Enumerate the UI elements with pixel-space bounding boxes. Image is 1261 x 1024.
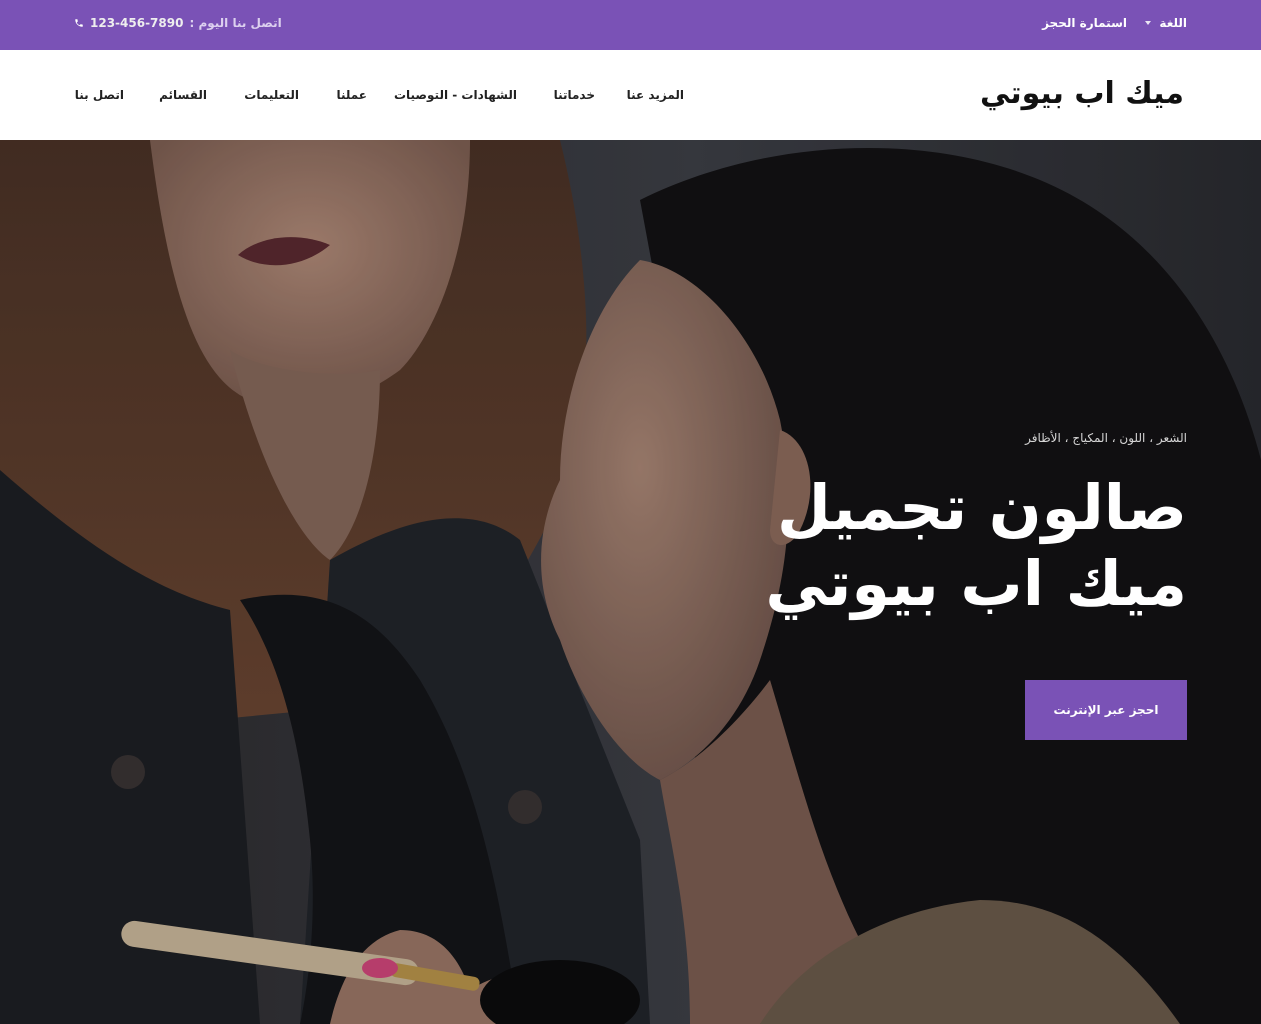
nav-item-coupons[interactable]: القسائم xyxy=(159,88,207,102)
call-us-info: 123-456-7890 اتصل بنا اليوم : xyxy=(74,16,282,30)
phone-number[interactable]: 123-456-7890 xyxy=(90,16,183,30)
book-online-button[interactable]: احجز عبر الإنترنت xyxy=(1025,680,1187,740)
hero-title-line-1: صالون تجميل xyxy=(776,471,1187,544)
language-label: اللغة xyxy=(1159,16,1187,30)
top-bar: اللغة استمارة الحجز 123-456-7890 اتصل بن… xyxy=(0,0,1261,50)
nav-item-contact[interactable]: اتصل بنا xyxy=(75,88,124,102)
site-header: ميك اب بيوتي المزيد عنا خدماتنا الشهادات… xyxy=(0,50,1261,140)
hero-title-line-2: ميك اب بيوتي xyxy=(765,547,1187,620)
chevron-down-icon xyxy=(1145,21,1152,25)
language-selector[interactable]: اللغة xyxy=(1145,16,1187,30)
call-us-label: اتصل بنا اليوم : xyxy=(189,16,282,30)
hero-subtitle: الشعر ، اللون ، المكياج ، الأظافر xyxy=(1025,431,1187,445)
main-nav: المزيد عنا خدماتنا الشهادات - التوصيات ع… xyxy=(0,88,1261,108)
phone-icon xyxy=(74,18,84,28)
nav-item-about[interactable]: المزيد عنا xyxy=(627,88,684,102)
nav-item-our-work[interactable]: عملنا xyxy=(336,88,367,102)
hero-section: الشعر ، اللون ، المكياج ، الأظافر صالون … xyxy=(0,140,1261,1024)
hero-title: صالون تجميل ميك اب بيوتي xyxy=(627,470,1187,622)
nav-item-faq[interactable]: التعليمات xyxy=(244,88,299,102)
nav-item-testimonials[interactable]: الشهادات - التوصيات xyxy=(394,88,517,102)
nav-item-services[interactable]: خدماتنا xyxy=(554,88,595,102)
booking-form-link[interactable]: استمارة الحجز xyxy=(1042,16,1127,30)
